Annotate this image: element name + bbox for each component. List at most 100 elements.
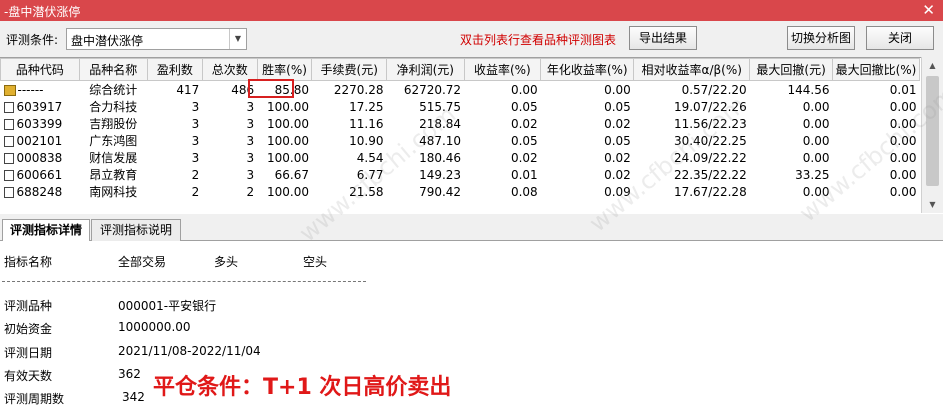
cell-name: 广东鸿图	[89, 134, 138, 148]
chevron-down-icon[interactable]: ▼	[229, 29, 246, 49]
col-header-total[interactable]: 总次数	[201, 58, 258, 81]
checkbox-icon[interactable]	[3, 169, 14, 181]
tab-metric-details[interactable]: 评测指标详情	[2, 219, 90, 242]
grid-scrollbar[interactable]: ▲ ▼	[921, 57, 943, 213]
export-button[interactable]: 导出结果	[629, 26, 697, 50]
cell-wins: 3	[191, 99, 200, 114]
table-row[interactable]: 000838 财信发展 3 3 100.00 4.54 180.46 0.02 …	[1, 149, 920, 166]
cell-total: 3	[246, 133, 255, 148]
cell-wins: 3	[191, 116, 200, 131]
cell-code: 002101	[1, 132, 80, 149]
table-row[interactable]: 603917 合力科技 3 3 100.00 17.25 515.75 0.05…	[1, 98, 920, 115]
cell-return: 0.01	[510, 167, 538, 182]
results-grid[interactable]: 品种代码 品种名称 盈利数 总次数 胜率(%) 手续费(元) 净利润(元) 收益…	[0, 57, 943, 214]
col-header-max-drawdown-ratio[interactable]: 最大回撤比(%)	[831, 58, 921, 81]
col-header-fee[interactable]: 手续费(元)	[311, 58, 387, 81]
cell-annual-return: 0.02	[604, 150, 631, 165]
table-header-row: 品种代码 品种名称 盈利数 总次数 胜率(%) 手续费(元) 净利润(元) 收益…	[0, 58, 921, 81]
cell-wins: 3	[191, 150, 200, 165]
title-bar: -盘中潜伏涨停 ✕	[0, 0, 943, 21]
checkbox-icon[interactable]	[3, 152, 14, 164]
col-header-winrate[interactable]: 胜率(%)	[256, 58, 313, 81]
cell-wins: 3	[191, 133, 200, 148]
tab-metric-description[interactable]: 评测指标说明	[91, 219, 181, 241]
cell-annual-return: 0.00	[604, 82, 631, 97]
checkbox-icon[interactable]	[3, 186, 14, 198]
close-button[interactable]: 关闭	[866, 26, 934, 50]
cell-max-drawdown: 33.25	[795, 167, 830, 182]
cell-winrate: 100.00	[266, 99, 309, 114]
cell-winrate: 100.00	[266, 184, 309, 199]
condition-select[interactable]: 盘中潜伏涨停 ▼	[66, 28, 247, 50]
detail-value-date: 2021/11/08-2022/11/04	[118, 344, 261, 358]
detail-panel: 指标名称 全部交易 多头 空头 评测品种 000001-平安银行 初始资金 10…	[0, 241, 943, 411]
detail-label-periods: 评测周期数	[4, 392, 65, 406]
detail-value-periods: 342	[122, 390, 145, 404]
cell-total: 3	[246, 150, 255, 165]
cell-return: 0.05	[510, 133, 538, 148]
window-title: -盘中潜伏涨停	[4, 5, 81, 19]
cell-max-drawdown: 0.00	[802, 133, 830, 148]
detail-value-symbol: 000001-平安银行	[118, 299, 217, 313]
col-header-relative-return[interactable]: 相对收益率α/β(%)	[633, 58, 751, 81]
cell-annual-return: 0.05	[604, 133, 631, 148]
scroll-up-icon[interactable]: ▲	[922, 57, 943, 74]
close-condition-banner: 平仓条件：T+1 次日高价卖出	[153, 375, 452, 400]
cell-code: 603399	[1, 115, 80, 132]
detail-label-date: 评测日期	[4, 346, 53, 360]
col-header-profit[interactable]: 净利润(元)	[385, 58, 465, 81]
scroll-down-icon[interactable]: ▼	[922, 196, 943, 213]
col-header-max-drawdown[interactable]: 最大回撤(元)	[749, 58, 833, 81]
detail-separator	[2, 281, 366, 282]
cell-wins: 2	[191, 167, 200, 182]
col-header-name[interactable]: 品种名称	[78, 58, 148, 81]
col-header-wins[interactable]: 盈利数	[146, 58, 203, 81]
cell-wins: 2	[191, 184, 200, 199]
cell-code: 603917	[1, 98, 80, 115]
cell-max-drawdown: 0.00	[802, 116, 830, 131]
cell-max-drawdown: 0.00	[802, 150, 830, 165]
cell-code: 600661	[1, 166, 80, 183]
checkbox-icon[interactable]	[3, 135, 14, 147]
detail-header-all: 全部交易	[118, 255, 167, 269]
checkbox-icon[interactable]	[3, 101, 14, 113]
cell-fee: 2270.28	[333, 82, 384, 97]
cell-total: 3	[246, 116, 255, 131]
cell-max-drawdown-ratio: 0.01	[889, 82, 917, 97]
close-icon[interactable]: ✕	[922, 1, 935, 19]
table-row[interactable]: 002101 广东鸿图 3 3 100.00 10.90 487.10 0.05…	[1, 132, 920, 149]
cell-name: 财信发展	[89, 151, 138, 165]
table-row[interactable]: 603399 吉翔股份 3 3 100.00 11.16 218.84 0.02…	[1, 115, 920, 132]
cell-return: 0.02	[510, 150, 538, 165]
col-header-return[interactable]: 收益率(%)	[463, 58, 542, 81]
detail-value-valid-days: 362	[118, 367, 141, 381]
cell-total: 2	[246, 184, 255, 199]
cell-annual-return: 0.02	[604, 116, 631, 131]
table-row[interactable]: 600661 昂立教育 2 3 66.67 6.77 149.23 0.01 0…	[1, 166, 920, 183]
col-header-annual-return[interactable]: 年化收益率(%)	[540, 58, 635, 81]
table-row[interactable]: 688248 南网科技 2 2 100.00 21.58 790.42 0.08…	[1, 183, 920, 200]
winrate-highlight-box	[248, 79, 294, 98]
switch-chart-button[interactable]: 切换分析图	[787, 26, 855, 50]
cell-max-drawdown: 0.00	[802, 99, 830, 114]
hint-text: 双击列表行查看品种评测图表	[460, 33, 617, 47]
cell-fee: 11.16	[349, 116, 384, 131]
cell-winrate: 100.00	[266, 150, 309, 165]
cell-name: 合力科技	[89, 100, 138, 114]
folder-icon	[3, 84, 16, 96]
toolbar: 评测条件: 盘中潜伏涨停 ▼ 双击列表行查看品种评测图表 导出结果 切换分析图 …	[0, 21, 943, 56]
checkbox-icon[interactable]	[3, 118, 14, 130]
cell-return: 0.08	[510, 184, 538, 199]
cell-total: 3	[246, 99, 255, 114]
table-row[interactable]: ------ 综合统计 417 486 85.80 2270.28 62720.…	[1, 81, 920, 99]
detail-value-capital: 1000000.00	[118, 320, 191, 334]
cell-name: 南网科技	[89, 185, 138, 199]
detail-tabs: 评测指标详情 评测指标说明	[0, 216, 943, 242]
col-header-code[interactable]: 品种代码	[0, 58, 80, 81]
cell-name: 昂立教育	[89, 168, 138, 182]
cell-profit: 62720.72	[403, 82, 462, 97]
detail-label-valid-days: 有效天数	[4, 369, 53, 383]
cell-code: 688248	[1, 183, 80, 200]
cell-name: 综合统计	[89, 83, 138, 97]
condition-select-value: 盘中潜伏涨停	[71, 34, 144, 48]
